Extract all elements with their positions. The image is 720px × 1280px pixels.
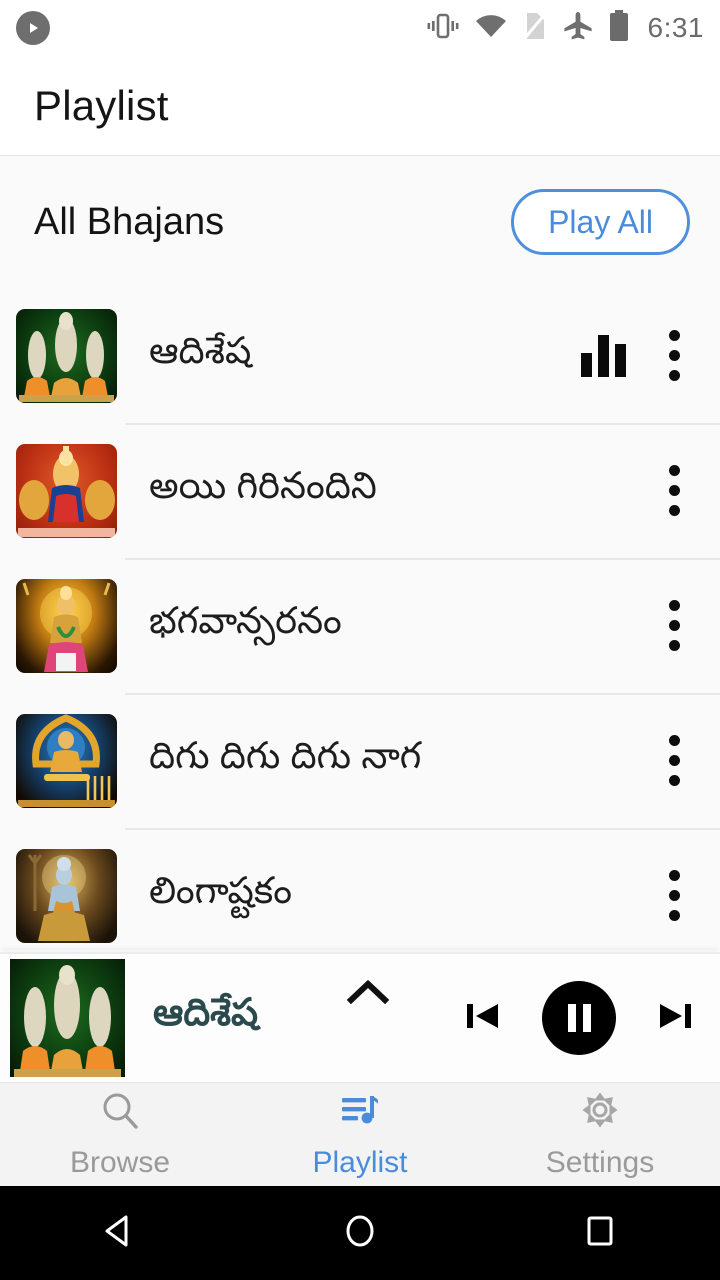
more-vert-icon[interactable] — [654, 320, 694, 391]
back-triangle-icon[interactable] — [97, 1208, 143, 1259]
playlist-list[interactable]: ఆదిశేష అయి గిరినందిని భగవాన్సరనం దిగు ది… — [0, 288, 720, 950]
more-vert-icon[interactable] — [654, 725, 694, 796]
airplane-mode-icon — [562, 11, 594, 46]
nav-item-settings[interactable]: Settings — [480, 1083, 720, 1186]
gear-icon — [578, 1089, 622, 1138]
section-header: All Bhajans Play All — [0, 156, 720, 288]
song-title: భగవాన్సరనం — [149, 600, 342, 641]
search-icon — [98, 1089, 142, 1138]
bottom-navigation: Browse Playlist Settings — [0, 1082, 720, 1186]
status-bar-right: 6:31 — [426, 9, 705, 47]
song-artwork — [16, 713, 117, 808]
mini-player[interactable]: ఆదిశేష — [0, 952, 720, 1082]
list-item[interactable]: లింగాష్టకం — [0, 828, 720, 950]
song-artwork — [16, 848, 117, 943]
page-title: Playlist — [34, 81, 169, 129]
more-vert-icon[interactable] — [654, 455, 694, 526]
status-bar-left — [16, 11, 50, 45]
recents-square-icon[interactable] — [577, 1208, 623, 1259]
song-artwork — [16, 578, 117, 673]
song-title: ఆదిశేష — [149, 330, 252, 371]
list-item[interactable]: దిగు దిగు దిగు నాగ — [0, 693, 720, 828]
list-item[interactable]: భగవాన్సరనం — [0, 558, 720, 693]
skip-previous-icon[interactable] — [460, 994, 504, 1043]
song-title: లింగాష్టకం — [149, 870, 292, 911]
chevron-up-icon[interactable] — [345, 978, 391, 1012]
song-title: దిగు దిగు దిగు నాగ — [149, 735, 422, 776]
song-artwork — [16, 443, 117, 538]
row-actions — [654, 455, 694, 526]
status-bar-clock: 6:31 — [647, 12, 704, 43]
list-item[interactable]: ఆదిశేష — [0, 288, 720, 423]
section-title: All Bhajans — [34, 200, 225, 243]
battery-icon — [608, 9, 630, 47]
mini-player-title: ఆదిశేష — [153, 992, 259, 1034]
nav-item-playlist[interactable]: Playlist — [240, 1083, 480, 1186]
play-badge-icon — [16, 11, 50, 45]
row-actions — [654, 860, 694, 931]
queue-music-icon — [338, 1089, 382, 1138]
row-actions — [581, 320, 694, 391]
song-artwork — [16, 308, 117, 403]
nav-item-browse[interactable]: Browse — [0, 1083, 240, 1186]
mini-player-artwork — [10, 959, 125, 1077]
nav-label-playlist: Playlist — [312, 1146, 408, 1179]
nav-label-browse: Browse — [69, 1146, 171, 1179]
vibrate-icon — [426, 11, 460, 46]
row-actions — [654, 590, 694, 661]
song-title: అయి గిరినందిని — [149, 465, 377, 506]
android-navigation-bar — [0, 1186, 720, 1280]
mini-player-controls — [460, 981, 698, 1055]
play-all-button[interactable]: Play All — [511, 189, 690, 255]
equalizer-playing-icon — [581, 334, 626, 377]
nav-label-settings: Settings — [545, 1146, 655, 1179]
list-item[interactable]: అయి గిరినందిని — [0, 423, 720, 558]
app-bar: Playlist — [0, 56, 720, 156]
more-vert-icon[interactable] — [654, 590, 694, 661]
more-vert-icon[interactable] — [654, 860, 694, 931]
no-sim-icon — [522, 11, 548, 46]
status-bar: 6:31 — [0, 0, 720, 56]
wifi-icon — [474, 13, 508, 44]
home-circle-icon[interactable] — [337, 1208, 383, 1259]
skip-next-icon[interactable] — [654, 994, 698, 1043]
row-actions — [654, 725, 694, 796]
pause-button[interactable] — [542, 981, 616, 1055]
